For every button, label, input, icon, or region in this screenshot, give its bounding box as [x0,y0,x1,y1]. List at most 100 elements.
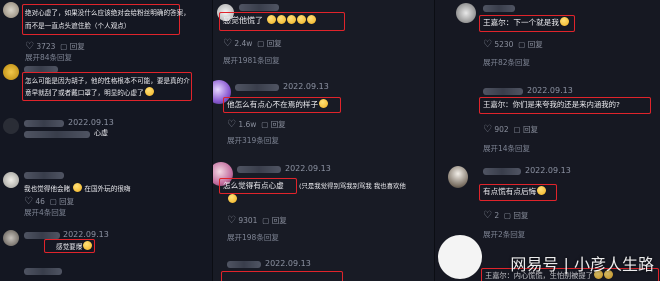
comment-actions: ♡ 3723 ▢ 回复 [25,41,85,52]
expand-replies[interactable]: 展开2条回复 [483,229,525,240]
username-blurred [483,168,521,175]
emoji-icon [319,99,329,108]
like-count: 9301 [238,216,258,225]
expand-replies[interactable]: 展开4条回复 [24,207,66,218]
comment-actions: ♡ 5230 ▢ 回复 [483,39,543,50]
avatar[interactable] [3,172,19,188]
reply-button[interactable]: 回复 [271,120,286,129]
comment-text: 我也觉得他会赌 在国外玩的很嗨 [24,183,131,193]
emoji-icon [306,15,316,24]
like-count: 902 [494,125,509,134]
comment-text: 绝对心虚了，如果没什么应该绝对会给粉丝明确的答案， [25,9,190,17]
username-blurred [227,261,261,268]
comment-text: 他怎么有点心不在焉的样子 [227,99,329,110]
comment-column-left: 绝对心虚了，如果没什么应该绝对会给粉丝明确的答案， 而不是一直点头遮住脸（个人观… [0,0,213,281]
avatar[interactable] [3,2,19,18]
heart-icon[interactable]: ♡ [25,41,34,52]
comment-text-blurred [24,131,90,138]
avatar[interactable] [3,230,19,246]
comment-actions: ♡ 902 ▢ 回复 [483,124,538,135]
comment-icon[interactable]: ▢ [262,216,269,225]
comment-text: 感觉要爆 [56,241,93,251]
heart-icon[interactable]: ♡ [483,210,492,221]
avatar[interactable] [448,166,468,188]
comment-date: 2022.09.13 [265,259,311,268]
comment-actions: ♡ 2.4w ▢ 回复 [223,38,282,49]
emoji-icon [144,87,154,96]
comment-text: 有点慌有点后悔 [483,186,547,197]
heart-icon[interactable]: ♡ [483,124,492,135]
username-blurred [235,84,279,91]
avatar[interactable] [3,64,19,80]
comment-screenshot-collage: 绝对心虚了，如果没什么应该绝对会给粉丝明确的答案， 而不是一直点头遮住脸（个人观… [0,0,660,281]
comment-text: 王嘉尔：下一个就是我 [483,17,569,28]
comment-text: 怎么可能是因为胡子，他的性格根本不可能，要是真的介 [25,77,190,85]
like-count: 1.6w [238,120,257,129]
emoji-icon [73,183,83,192]
comment-date: 2022.09.13 [527,86,573,95]
comment-text: (只是我觉得别骂我别骂我 我也喜欢他 [299,182,406,190]
comment-icon[interactable]: ▢ [60,42,67,51]
comment-icon[interactable]: ▢ [50,197,57,206]
comment-icon[interactable]: ▢ [513,125,520,134]
comment-date: 2022.09.13 [285,164,331,173]
comment-actions: ♡ 9301 ▢ 回复 [227,215,287,226]
heart-icon[interactable]: ♡ [227,215,236,226]
heart-icon[interactable]: ♡ [223,38,232,49]
comment-icon[interactable]: ▢ [261,120,268,129]
username-blurred [24,172,64,179]
expand-replies[interactable]: 展开82条回复 [483,57,530,68]
username-blurred [239,4,279,11]
emoji-icon [286,15,296,24]
comment-text: 心虚 [94,129,108,137]
comment-icon[interactable]: ▢ [257,39,264,48]
comment-date: 2022.09.13 [283,82,329,91]
heart-icon[interactable]: ♡ [24,196,33,207]
like-count: 5230 [494,40,514,49]
reply-button[interactable]: 回复 [267,39,282,48]
username-blurred [24,120,64,127]
expand-replies[interactable]: 展开319条回复 [227,135,279,146]
reply-button[interactable]: 回复 [59,197,74,206]
comment-date: 2022.09.13 [525,166,571,175]
username-blurred [483,5,515,12]
reply-button[interactable]: 回复 [70,42,85,51]
emoji-icon [83,241,93,250]
emoji-icon [537,186,547,195]
comment-text: 意早就刮了或者戴口罩了，明显的心虚了 [25,87,154,97]
highlight-box [221,271,343,281]
emoji-icon [266,15,276,24]
reply-button[interactable]: 回复 [513,211,528,220]
username-blurred [237,166,281,173]
comment-icon[interactable]: ▢ [504,211,511,220]
watermark: 网易号 | 小彦人生路 [510,255,654,274]
reply-button[interactable]: 回复 [528,40,543,49]
username-blurred [483,88,523,95]
expand-replies[interactable]: 展开198条回复 [227,232,279,243]
emoji-icon [276,15,286,24]
expand-replies[interactable]: 展开14条回复 [483,143,530,154]
comment-date: 2022.09.13 [68,118,114,127]
reply-button[interactable]: 回复 [272,216,287,225]
heart-icon[interactable]: ♡ [483,39,492,50]
emoji-icon [296,15,306,24]
comment-actions: ♡ 46 ▢ 回复 [24,196,74,207]
comment-icon[interactable]: ▢ [518,40,525,49]
avatar[interactable] [3,118,19,134]
like-count: 2.4w [234,39,253,48]
comment-actions: ♡ 1.6w ▢ 回复 [227,119,286,130]
comment-text: 而不是一直点头遮住脸（个人观点） [25,22,131,30]
comment-date: 2022.09.13 [63,230,109,239]
watermark-logo [438,235,482,279]
comment-text: 怎么觉得有点心虚 [223,181,284,190]
username-blurred [24,268,62,275]
like-count: 2 [494,211,500,220]
emoji-icon [228,194,237,203]
expand-replies[interactable]: 展开84条回复 [25,52,72,63]
heart-icon[interactable]: ♡ [227,119,236,130]
like-count: 46 [35,197,45,206]
comment-actions: ♡ 2 ▢ 回复 [483,210,528,221]
reply-button[interactable]: 回复 [523,125,538,134]
expand-replies[interactable]: 展开1981条回复 [223,55,280,66]
avatar[interactable] [456,3,476,23]
